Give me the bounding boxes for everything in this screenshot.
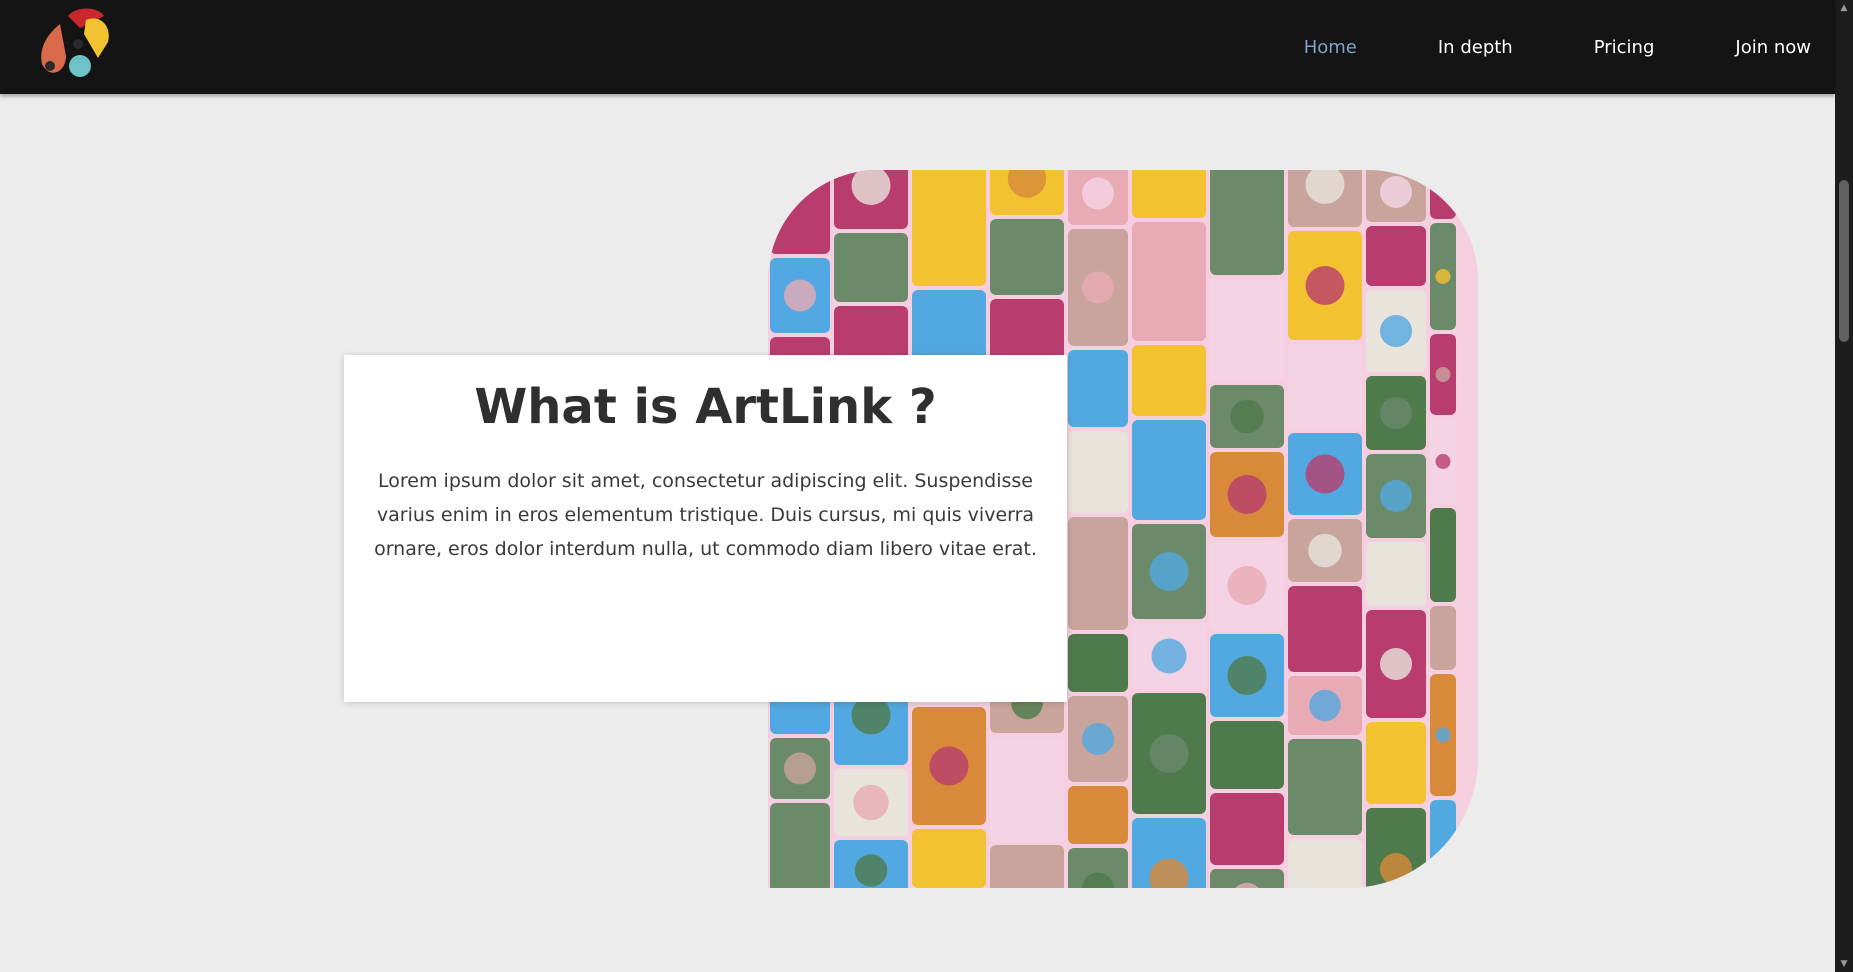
nav-link-join-now[interactable]: Join now xyxy=(1735,37,1811,58)
nav-link-in-depth[interactable]: In depth xyxy=(1438,37,1513,58)
primary-nav: Home In depth Pricing Join now xyxy=(1223,0,1811,94)
nav-link-pricing[interactable]: Pricing xyxy=(1594,37,1655,58)
top-navbar: Home In depth Pricing Join now xyxy=(0,0,1835,94)
artlink-logo-icon[interactable] xyxy=(32,6,116,88)
nav-link-home[interactable]: Home xyxy=(1304,37,1357,58)
scroll-down-arrow-icon[interactable]: ▼ xyxy=(1835,956,1853,972)
section-title: What is ArtLink ? xyxy=(474,379,937,435)
scroll-thumb[interactable] xyxy=(1839,180,1849,342)
scroll-up-arrow-icon[interactable]: ▲ xyxy=(1835,0,1853,16)
info-card: What is ArtLink ? Lorem ipsum dolor sit … xyxy=(344,355,1067,702)
page-scrollbar[interactable]: ▲ ▼ xyxy=(1835,0,1853,972)
section-description: Lorem ipsum dolor sit amet, consectetur … xyxy=(374,470,1037,560)
